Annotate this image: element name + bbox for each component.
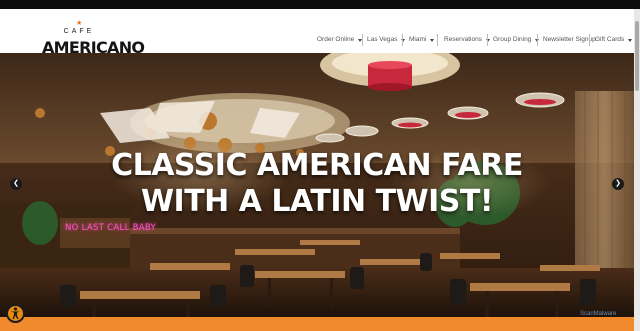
site-header: ★ CAFE AMERICANO Order Online Las Vegas … (0, 9, 634, 57)
nav-item-miami[interactable]: Miami (409, 34, 435, 46)
accessibility-icon (11, 307, 20, 319)
caret-down-icon (628, 38, 633, 42)
nav-label: Order Online (317, 36, 355, 43)
nav-divider (487, 34, 488, 46)
logo-cafe-text: CAFE (63, 28, 95, 35)
slider-prev-button[interactable]: ❮ (10, 178, 22, 190)
star-icon: ★ (76, 20, 83, 27)
nav-item-gift-cards[interactable]: Gift Cards (595, 34, 633, 46)
nav-item-las-vegas[interactable]: Las Vegas (367, 34, 406, 46)
scrollbar-thumb[interactable] (635, 21, 639, 91)
nav-label: Las Vegas (367, 36, 398, 43)
nav-divider (362, 34, 363, 46)
neon-sign-text: NO LAST CALL BABY (65, 223, 157, 233)
nav-label: Newsletter Signup (543, 36, 596, 43)
bottom-accent-bar (0, 317, 634, 331)
nav-item-newsletter-signup[interactable]: Newsletter Signup (543, 34, 596, 46)
nav-label: Miami (409, 36, 427, 43)
nav-divider (537, 34, 538, 46)
chevron-left-icon: ❮ (13, 180, 19, 187)
nav-item-reservations[interactable]: Reservations (444, 34, 490, 46)
nav-divider (402, 34, 403, 46)
page-scrollbar[interactable] (634, 9, 640, 331)
top-bar (0, 0, 640, 9)
page: ★ CAFE AMERICANO Order Online Las Vegas … (0, 0, 640, 331)
nav-item-group-dining[interactable]: Group Dining (493, 34, 540, 46)
nav-item-order-online[interactable]: Order Online (317, 34, 363, 46)
caret-down-icon (430, 38, 435, 42)
slider-next-button[interactable]: ❯ (612, 178, 624, 190)
chevron-right-icon: ❯ (615, 180, 621, 187)
nav-divider (437, 34, 438, 46)
hero-headline-line-1: CLASSIC AMERICAN FARE (111, 148, 523, 183)
nav-label: Group Dining (493, 36, 532, 43)
nav-label: Reservations (444, 36, 482, 43)
hero-headline-line-2: WITH A LATIN TWIST! (140, 184, 494, 219)
accessibility-button[interactable] (6, 304, 25, 323)
nav-divider (589, 34, 590, 46)
nav-label: Gift Cards (595, 36, 625, 43)
